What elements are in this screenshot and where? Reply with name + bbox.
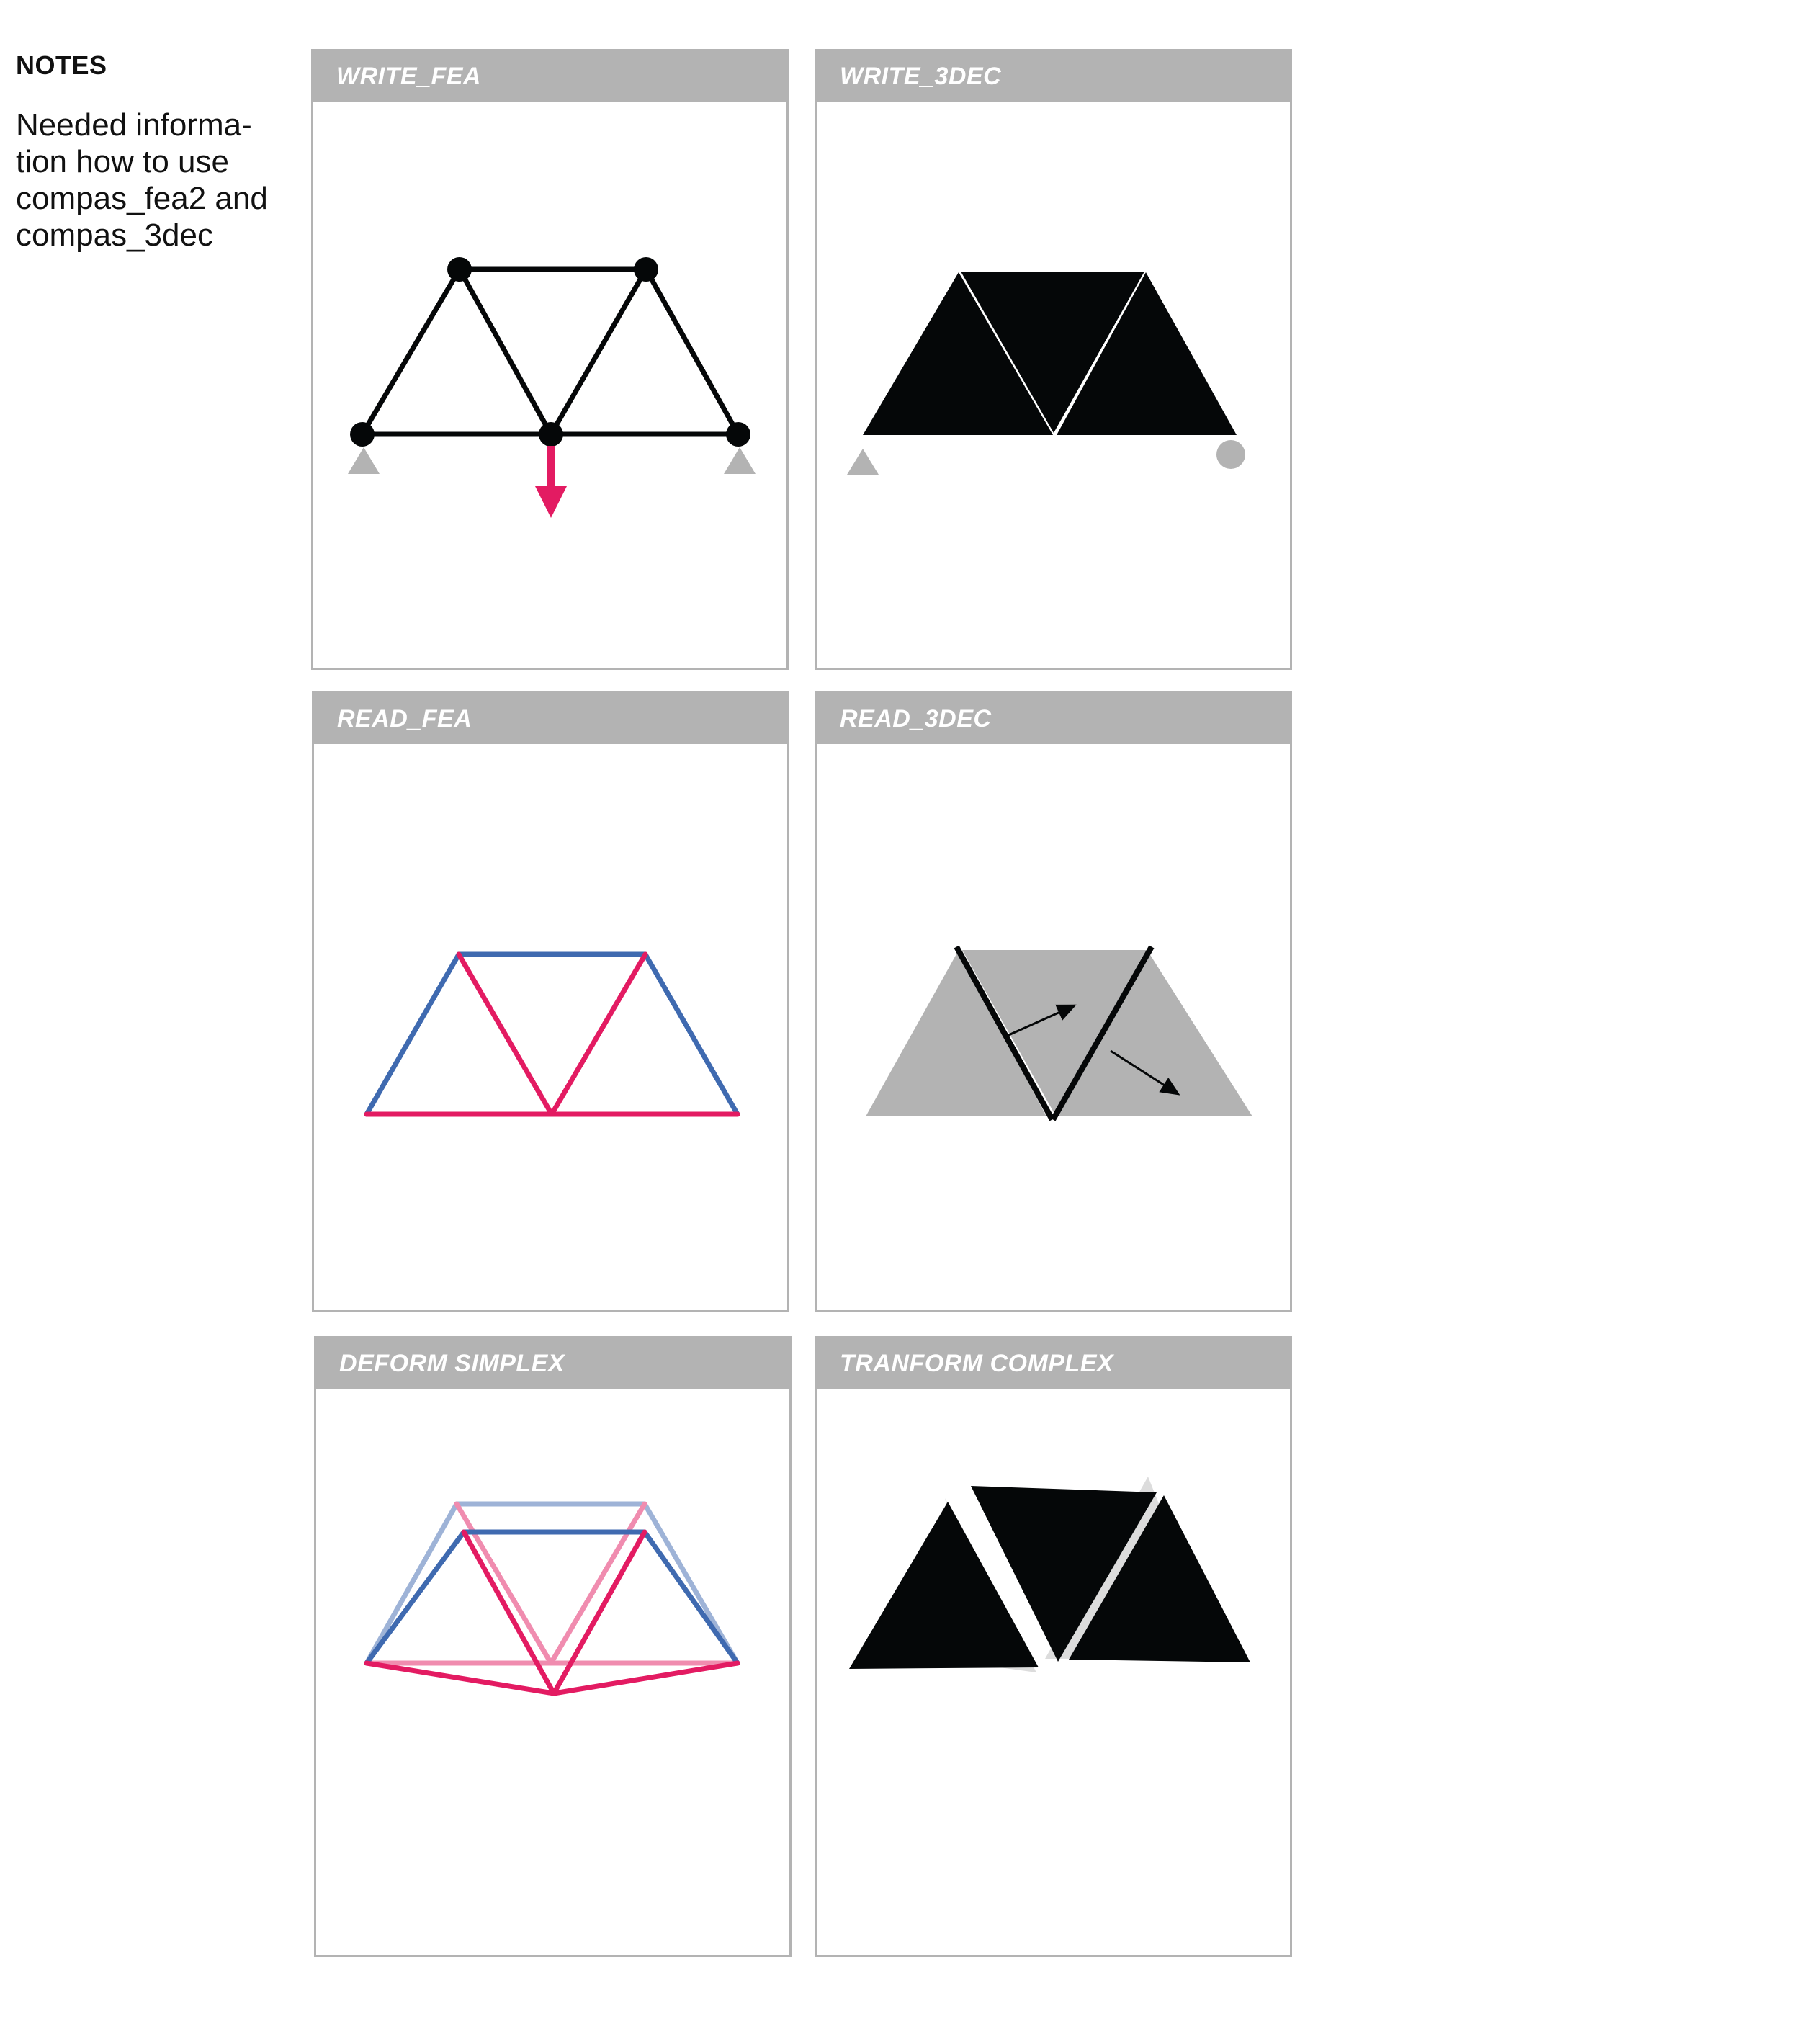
pinned-support-icon (847, 449, 879, 475)
truss-node (539, 422, 563, 447)
panel-title: WRITE_FEA (313, 51, 786, 102)
panel-title: READ_3DEC (817, 694, 1290, 744)
panel-title: READ_FEA (314, 694, 787, 744)
panel-title: DEFORM SIMPLEX (316, 1338, 789, 1389)
compression-bar-left (364, 951, 462, 1117)
panel-write-3dec: WRITE_3DEC (815, 49, 1292, 670)
truss-node (726, 422, 750, 447)
roller-support-icon (1216, 440, 1245, 469)
contact-forces-diagram (866, 945, 1252, 1121)
tension-bar-diag-1 (456, 951, 555, 1117)
blocks-diagram (847, 272, 1245, 475)
pinned-support-right-icon (724, 447, 756, 474)
truss-bar-diag-1 (457, 266, 554, 437)
tension-bar-diag-2 (549, 951, 648, 1117)
transformed-blocks-diagram (849, 1477, 1250, 1672)
notes-title: NOTES (16, 50, 107, 80)
notes-body: Needed informa- tion how to use compas_f… (16, 107, 268, 253)
panel-write-fea: WRITE_FEA (311, 49, 789, 670)
compression-bar-right (642, 951, 740, 1117)
truss-diagram (348, 257, 756, 518)
truss-node (447, 257, 472, 282)
panel-title: WRITE_3DEC (817, 51, 1290, 102)
deformed-truss-diagram (364, 1501, 740, 1696)
panel-read-3dec: READ_3DEC (815, 691, 1292, 1312)
panel-transform-complex: TRANFORM COMPLEX (815, 1336, 1292, 1957)
pinned-support-left-icon (348, 447, 380, 474)
truss-bar-right (643, 266, 741, 437)
truss-bar-left (359, 266, 462, 437)
panel-read-fea: READ_FEA (312, 691, 789, 1312)
deformed-truss (364, 1529, 740, 1696)
force-diagram (364, 951, 740, 1117)
truss-node (350, 422, 375, 447)
truss-bar-diag-2 (548, 266, 649, 437)
panel-title: TRANFORM COMPLEX (817, 1338, 1290, 1389)
truss-bars (359, 266, 741, 437)
load-arrow-icon (535, 446, 567, 518)
notes-section: NOTES Needed informa- tion how to use co… (16, 50, 290, 254)
panel-deform-simplex: DEFORM SIMPLEX (314, 1336, 792, 1957)
truss-node (634, 257, 658, 282)
